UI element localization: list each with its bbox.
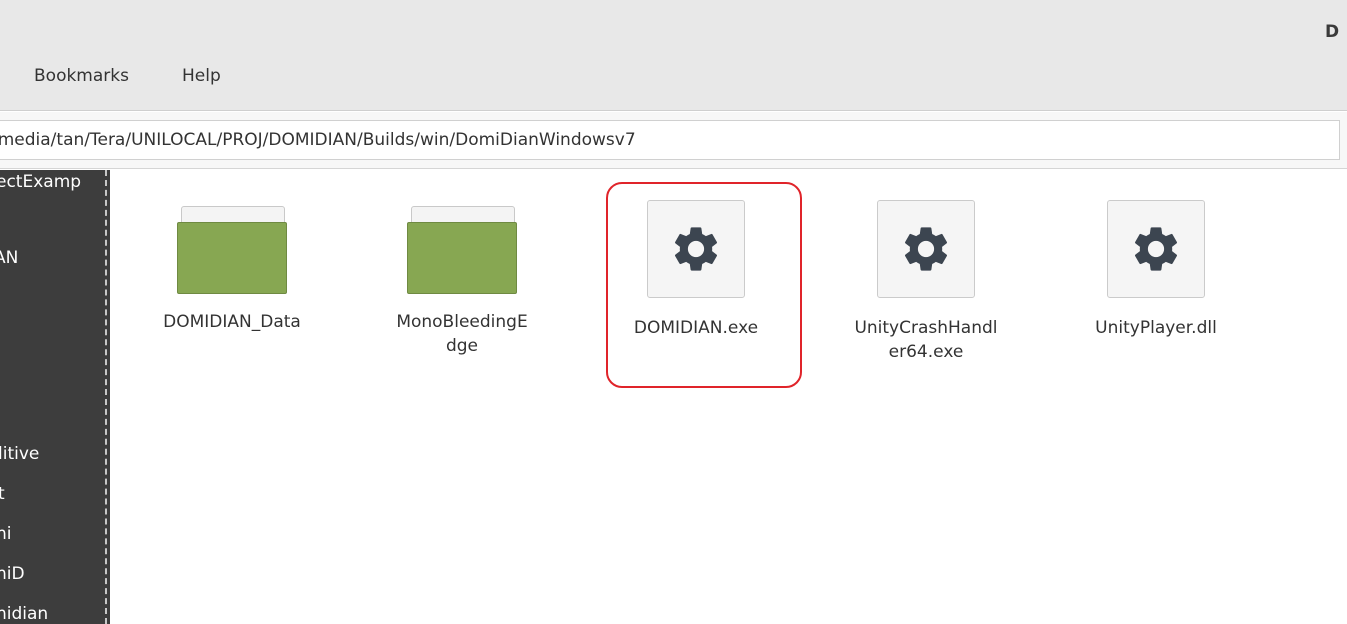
file-item-domidian-data[interactable]: DOMIDIAN_Data (132, 200, 332, 334)
sidebar-item-nidian[interactable]: nidian (0, 604, 48, 624)
location-bar: /media/tan/Tera/UNILOCAL/PROJ/DOMIDIAN/B… (0, 112, 1347, 169)
library-icon (1107, 200, 1205, 298)
folder-icon (177, 200, 287, 294)
menu-bookmarks[interactable]: Bookmarks (34, 66, 129, 86)
menu-bar: Bookmarks Help (0, 54, 1347, 111)
file-item-unityplayer-dll[interactable]: UnityPlayer.dll (1056, 200, 1256, 340)
file-item-unitycrashhandler64-exe[interactable]: UnityCrashHandler64.exe (826, 200, 1026, 364)
sidebar-pane-divider[interactable] (105, 170, 107, 624)
executable-icon (877, 200, 975, 298)
file-label: DOMIDIAN.exe (633, 318, 759, 338)
title-bar: D (0, 0, 1347, 54)
sidebar-item-ectexamp[interactable]: ectExamp (0, 172, 81, 192)
menu-help[interactable]: Help (182, 66, 221, 86)
gear-icon (904, 227, 948, 271)
sidebar-item-nid[interactable]: niD (0, 564, 25, 584)
window-title: D (1325, 22, 1340, 42)
sidebar-item-t[interactable]: t (0, 484, 5, 504)
location-path-text: /media/tan/Tera/UNILOCAL/PROJ/DOMIDIAN/B… (0, 130, 636, 150)
location-path-field[interactable]: /media/tan/Tera/UNILOCAL/PROJ/DOMIDIAN/B… (0, 120, 1340, 160)
file-label: UnityPlayer.dll (1095, 318, 1217, 338)
gear-icon (1134, 227, 1178, 271)
file-item-domidian-exe[interactable]: DOMIDIAN.exe (596, 200, 796, 340)
sidebar-item-litive[interactable]: litive (0, 444, 39, 464)
sidebar-item-ni[interactable]: ni (0, 524, 12, 544)
gear-icon (674, 227, 718, 271)
file-item-monobleedingedge[interactable]: MonoBleedingEdge (362, 200, 562, 358)
folder-icon (407, 200, 517, 294)
file-label: DOMIDIAN_Data (163, 312, 301, 332)
sidebar-item-an[interactable]: AN (0, 248, 18, 268)
file-label: MonoBleedingEdge (396, 312, 528, 356)
executable-icon (647, 200, 745, 298)
file-view: DOMIDIAN_Data MonoBleedingEdge DOMIDIAN.… (110, 170, 1347, 624)
file-label: UnityCrashHandler64.exe (854, 318, 998, 362)
sidebar: ectExamp AN litive t ni niD nidian (0, 170, 110, 624)
